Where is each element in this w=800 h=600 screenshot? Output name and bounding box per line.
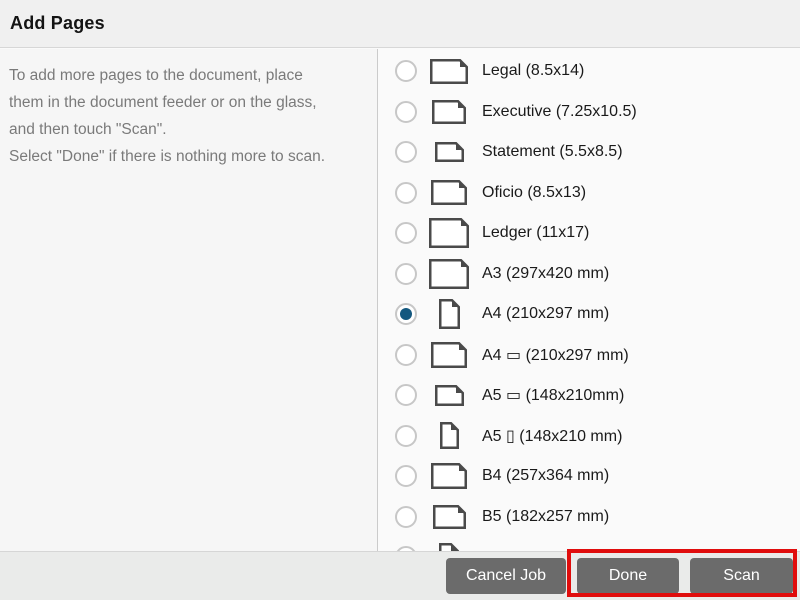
paper-size-label: Legal (8.5x14) xyxy=(482,62,584,80)
paper-size-option[interactable]: Statement (5.5x8.5) xyxy=(378,132,800,173)
radio-button[interactable] xyxy=(395,465,417,487)
instruction-line: and then touch "Scan". xyxy=(9,116,369,143)
paper-size-label: B5 (182x257 mm) xyxy=(482,508,609,526)
paper-size-option[interactable]: A5 ▭ (148x210mm) xyxy=(378,375,800,416)
instructions-panel: To add more pages to the document, place… xyxy=(0,49,378,600)
add-pages-dialog: Add Pages To add more pages to the docum… xyxy=(0,0,800,600)
page-landscape-icon xyxy=(427,59,471,84)
paper-size-label: A5 ▯ (148x210 mm) xyxy=(482,426,622,446)
radio-button[interactable] xyxy=(395,263,417,285)
paper-size-label: Ledger (11x17) xyxy=(482,224,589,242)
page-title: Add Pages xyxy=(10,13,105,34)
instruction-line: Select "Done" if there is nothing more t… xyxy=(9,143,369,170)
paper-size-option[interactable]: A4 (210x297 mm) xyxy=(378,294,800,335)
paper-size-list: Legal (8.5x14) Executive (7.25x10.5) Sta… xyxy=(378,49,800,600)
page-landscape-icon xyxy=(427,385,471,406)
page-landscape-icon xyxy=(427,218,471,248)
instruction-line: To add more pages to the document, place xyxy=(9,62,369,89)
paper-size-label: B4 (257x364 mm) xyxy=(482,467,609,485)
page-landscape-icon xyxy=(427,259,471,289)
page-landscape-icon xyxy=(427,180,471,205)
scan-button[interactable]: Scan xyxy=(690,558,793,594)
paper-size-label: A3 (297x420 mm) xyxy=(482,265,609,283)
radio-button[interactable] xyxy=(395,222,417,244)
page-landscape-icon xyxy=(427,505,471,529)
paper-size-label: Statement (5.5x8.5) xyxy=(482,143,623,161)
paper-size-label: Oficio (8.5x13) xyxy=(482,184,586,202)
radio-button[interactable] xyxy=(395,182,417,204)
paper-size-option[interactable]: Executive (7.25x10.5) xyxy=(378,92,800,133)
footer-bar: Cancel Job Done Scan xyxy=(0,551,800,600)
radio-button[interactable] xyxy=(395,141,417,163)
radio-button[interactable] xyxy=(395,60,417,82)
radio-button[interactable] xyxy=(395,425,417,447)
page-portrait-icon xyxy=(427,299,471,329)
paper-size-label: Executive (7.25x10.5) xyxy=(482,103,637,121)
paper-size-label: A4 ▭ (210x297 mm) xyxy=(482,345,629,365)
paper-size-option[interactable]: A3 (297x420 mm) xyxy=(378,254,800,295)
paper-size-option[interactable]: B4 (257x364 mm) xyxy=(378,456,800,497)
paper-size-option[interactable]: A4 ▭ (210x297 mm) xyxy=(378,335,800,376)
done-button[interactable]: Done xyxy=(577,558,679,594)
paper-size-option[interactable]: B5 (182x257 mm) xyxy=(378,497,800,538)
paper-size-label: A4 (210x297 mm) xyxy=(482,305,609,323)
paper-size-option[interactable]: Legal (8.5x14) xyxy=(378,51,800,92)
cancel-job-button[interactable]: Cancel Job xyxy=(446,558,566,594)
paper-size-label: A5 ▭ (148x210mm) xyxy=(482,385,624,405)
radio-button[interactable] xyxy=(395,384,417,406)
instruction-line: them in the document feeder or on the gl… xyxy=(9,89,369,116)
page-portrait-icon xyxy=(427,422,471,449)
radio-button[interactable] xyxy=(395,101,417,123)
page-landscape-icon xyxy=(427,342,471,368)
paper-size-option[interactable]: Oficio (8.5x13) xyxy=(378,173,800,214)
radio-button[interactable] xyxy=(395,344,417,366)
radio-button[interactable] xyxy=(395,303,417,325)
paper-size-option[interactable]: A5 ▯ (148x210 mm) xyxy=(378,416,800,457)
radio-button[interactable] xyxy=(395,506,417,528)
page-landscape-icon xyxy=(427,463,471,489)
paper-size-option[interactable]: Ledger (11x17) xyxy=(378,213,800,254)
page-landscape-icon xyxy=(427,142,471,162)
page-landscape-icon xyxy=(427,100,471,124)
dialog-content: To add more pages to the document, place… xyxy=(0,49,800,600)
dialog-header: Add Pages xyxy=(0,0,800,48)
